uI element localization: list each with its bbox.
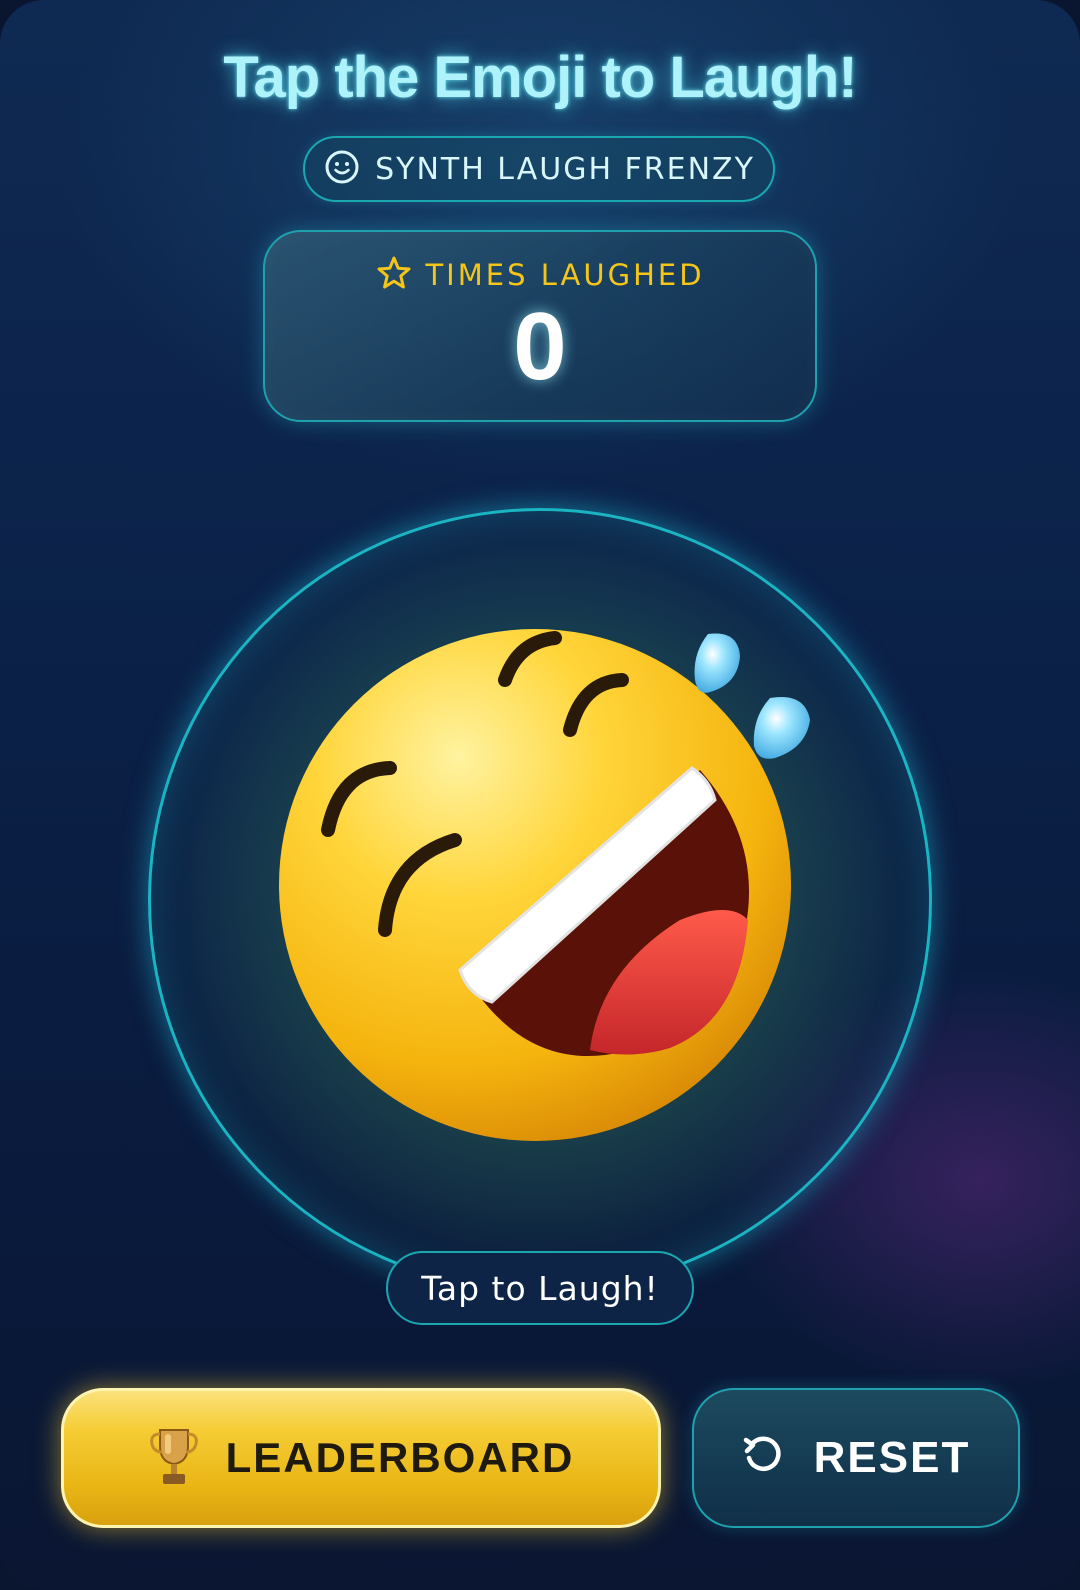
score-label: TIMES LAUGHED [425,258,705,292]
score-value: 0 [513,293,567,400]
game-screen: Tap the Emoji to Laugh! SYNTH LAUGH FREN… [0,0,1080,1590]
mode-label: SYNTH LAUGH FRENZY [375,151,755,187]
page-title: Tap the Emoji to Laugh! [223,45,857,110]
reset-label: RESET [813,1433,971,1482]
mode-badge: SYNTH LAUGH FRENZY [303,136,775,202]
smiley-icon [323,148,361,190]
leaderboard-button[interactable]: LEADERBOARD [61,1388,661,1528]
tap-hint-label: Tap to Laugh! [421,1268,659,1308]
score-header: TIMES LAUGHED [265,254,815,296]
rolling-laughing-emoji-icon[interactable] [270,620,830,1160]
star-icon [375,254,413,296]
tap-hint-badge: Tap to Laugh! [386,1251,694,1325]
reset-button[interactable]: RESET [692,1388,1020,1528]
score-card: TIMES LAUGHED 0 [263,230,817,422]
refresh-icon [742,1434,786,1482]
leaderboard-label: LEADERBOARD [225,1434,575,1481]
trophy-icon [148,1424,200,1492]
